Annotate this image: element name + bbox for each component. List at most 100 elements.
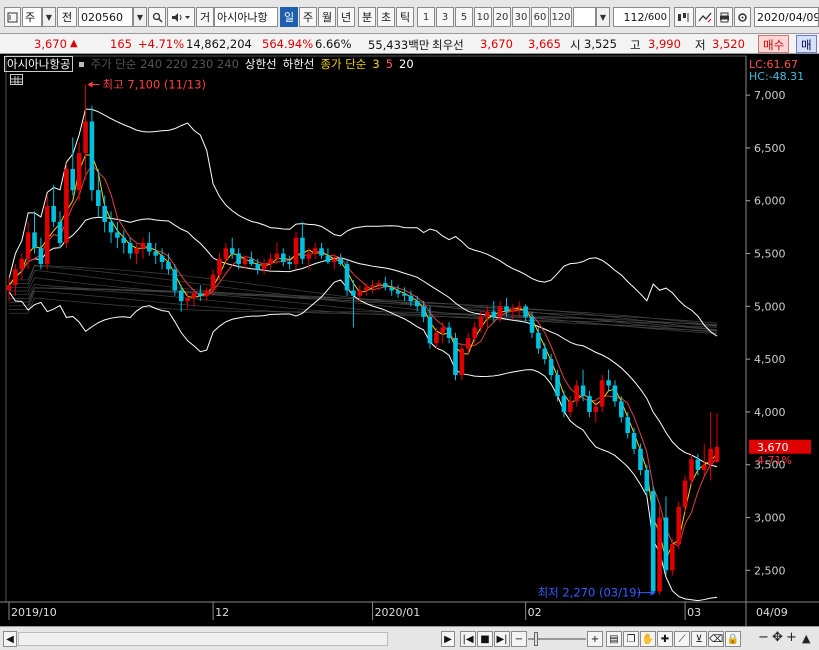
prev-button[interactable]: 전 — [57, 7, 77, 27]
draw-tool-icon[interactable] — [695, 7, 715, 27]
stock-name-field[interactable]: 아시아나항 — [214, 7, 278, 27]
legend-long-ma: 주가 단순 240 220 230 240 — [90, 57, 239, 71]
interval-3[interactable]: 3 — [436, 7, 454, 27]
stop-icon[interactable]: ■ — [477, 631, 493, 647]
indicator-icon[interactable] — [674, 7, 694, 27]
chart-menu-icon[interactable] — [4, 7, 21, 27]
tab-period-second[interactable]: 초 — [377, 7, 395, 27]
trade-amount: 55,433백만 — [368, 38, 430, 52]
legend-ma-label: 종가 단순 — [320, 57, 367, 71]
price-chart[interactable]: 7,000 6,500 6,000 5,500 5,000 4,500 4,000 3,500… — [0, 54, 819, 626]
zoom-slider[interactable] — [528, 632, 586, 646]
candle — [453, 332, 458, 381]
interval-5[interactable]: 5 — [455, 7, 473, 27]
interval-1[interactable]: 1 — [417, 7, 435, 27]
x-tick-label: 02 — [528, 606, 542, 619]
interval-120[interactable]: 120 — [550, 7, 572, 27]
candle — [606, 369, 611, 391]
legend-ma3: 3 — [372, 57, 380, 71]
period-type-dropdown-icon[interactable]: ▼ — [42, 7, 56, 27]
tab-period-day[interactable]: 일 — [280, 7, 298, 27]
best-bid: 3,665 — [528, 37, 561, 51]
candle-body — [427, 316, 433, 344]
stock-code-input[interactable]: 020560 — [78, 7, 133, 27]
crosshair-icon[interactable]: ✚ — [657, 631, 673, 647]
candle — [38, 237, 44, 270]
scroll-left-icon[interactable]: ◀ — [3, 631, 17, 647]
tab-period-minute[interactable]: 분 — [358, 7, 376, 27]
plus-button[interactable]: + — [786, 630, 797, 645]
stock-code-dropdown-icon[interactable]: ▼ — [133, 7, 147, 27]
trade-button[interactable]: 거 — [196, 7, 214, 27]
interval-10[interactable]: 10 — [474, 7, 492, 27]
candle-count-field[interactable]: 112/600 — [613, 7, 670, 27]
candle — [261, 258, 267, 275]
tab-period-tick[interactable]: 틱 — [396, 7, 414, 27]
horizontal-scrollbar[interactable] — [18, 632, 388, 646]
tab-period-month[interactable]: 월 — [318, 7, 336, 27]
date-input[interactable]: 2020/04/09 — [754, 7, 819, 27]
candle — [574, 380, 579, 407]
move-icon[interactable]: ✥ — [772, 630, 783, 645]
candle-body — [344, 264, 350, 291]
magnet-icon[interactable]: ⊻ — [691, 631, 707, 647]
first-page-icon[interactable]: |◀ — [460, 631, 476, 647]
candle-body — [325, 255, 331, 262]
candlestick-chart-canvas[interactable]: 7,0006,5006,0005,5005,0004,5004,0003,500… — [0, 54, 819, 626]
interval-custom-input[interactable] — [573, 7, 596, 27]
tab-period-year[interactable]: 년 — [337, 7, 355, 27]
candle — [701, 443, 707, 476]
interval-30[interactable]: 30 — [512, 7, 530, 27]
candle — [89, 105, 95, 201]
minus-button[interactable]: − — [758, 630, 769, 645]
zoom-out-button[interactable]: − — [511, 631, 527, 647]
candle — [670, 538, 675, 576]
candle — [612, 380, 618, 407]
candle-body — [204, 290, 210, 296]
candle-body — [25, 232, 31, 259]
lock-icon[interactable]: 🔒 — [725, 631, 741, 647]
sell-button[interactable]: 매 — [796, 35, 817, 53]
candle-body — [491, 311, 497, 317]
candle-body — [446, 327, 452, 338]
interval-dropdown-icon[interactable]: ▼ — [596, 7, 610, 27]
candle-body — [682, 480, 688, 507]
candle — [344, 258, 350, 296]
copy-chart-icon[interactable]: ❐ — [623, 631, 639, 647]
candle — [682, 475, 688, 513]
zoom-slider-handle[interactable] — [534, 632, 538, 646]
interval-20[interactable]: 20 — [493, 7, 511, 27]
collapse-up-icon[interactable]: ▲ — [802, 632, 810, 645]
high-price: 3,990 — [648, 37, 681, 51]
current-price: 3,670 — [34, 37, 67, 51]
sound-icon[interactable] — [167, 7, 195, 27]
settings-icon[interactable] — [734, 7, 751, 27]
candle-body — [57, 221, 63, 243]
buy-button[interactable]: 매수 — [758, 35, 790, 53]
grid-icon[interactable] — [10, 74, 23, 85]
interval-60[interactable]: 60 — [531, 7, 549, 27]
low-annotation: 최저 2,270 (03/19) — [538, 586, 642, 600]
high-arrow-icon — [87, 81, 93, 88]
zoom-in-button[interactable]: + — [587, 631, 603, 647]
last-page-icon[interactable]: ▶| — [494, 631, 510, 647]
tab-period-week[interactable]: 주 — [299, 7, 317, 27]
hand-tool-icon[interactable]: ✋ — [640, 631, 656, 647]
candle-body — [287, 261, 292, 265]
candle-body — [332, 258, 337, 262]
period-type-select[interactable]: 주 — [22, 7, 42, 27]
trend-line-icon[interactable]: ⟋ — [674, 631, 690, 647]
legend-stock-name[interactable]: 아시아나항공 — [4, 56, 74, 72]
candle — [166, 253, 171, 275]
scroll-right-small-icon[interactable]: ▶ — [441, 631, 455, 647]
candle-body — [644, 470, 650, 492]
split-view-icon[interactable]: ▤ — [606, 631, 622, 647]
candle — [485, 306, 490, 328]
legend-ma5: 5 — [385, 57, 394, 71]
erase-icon[interactable]: ⌫ — [708, 631, 724, 647]
candle-body — [223, 248, 229, 259]
search-icon[interactable] — [148, 7, 166, 27]
print-icon[interactable] — [716, 7, 733, 27]
candle — [32, 211, 37, 254]
candle — [555, 369, 560, 402]
